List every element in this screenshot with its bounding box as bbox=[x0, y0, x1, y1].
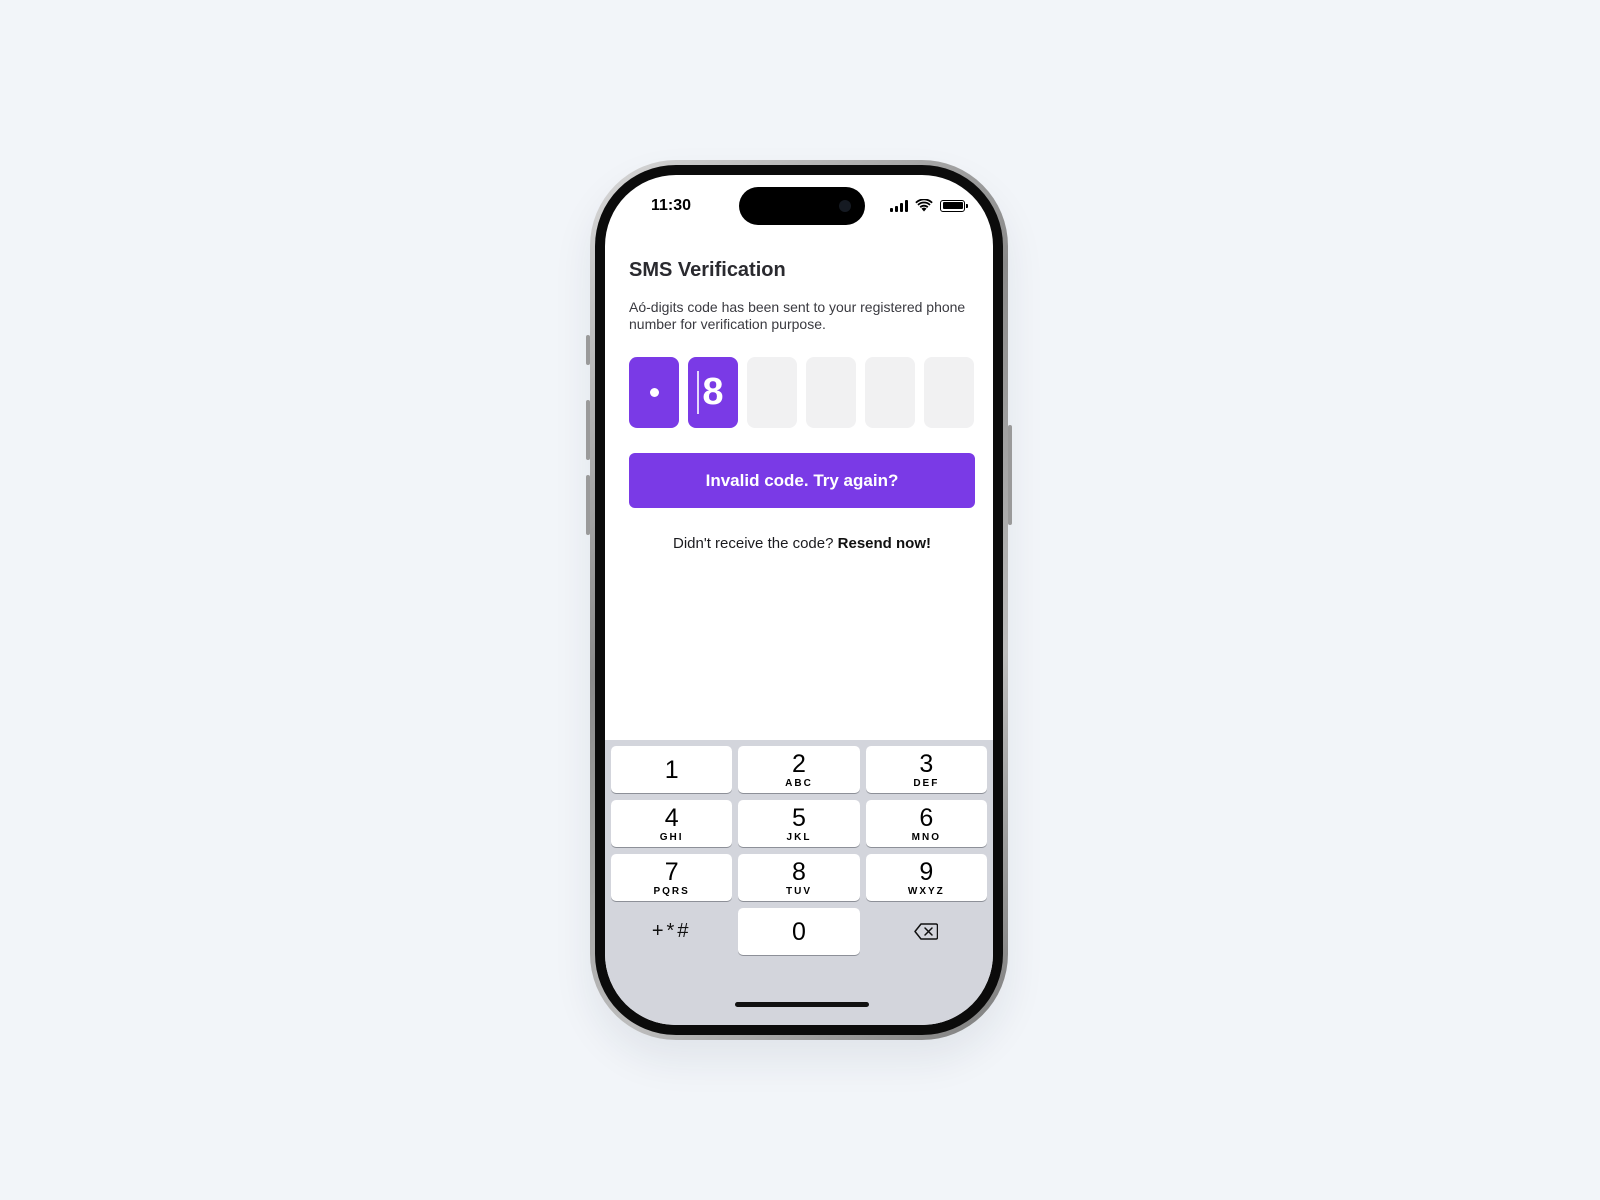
resend-link[interactable]: Resend now! bbox=[838, 535, 931, 552]
phone-frame: 11:30 SMS Verification Aó-digits code ha… bbox=[586, 160, 1012, 1040]
key-7[interactable]: 7 PQRS bbox=[611, 854, 733, 901]
otp-digit-2[interactable]: 8 bbox=[688, 357, 738, 428]
battery-icon bbox=[940, 199, 968, 212]
retry-button[interactable]: Invalid code. Try again? bbox=[629, 453, 975, 508]
numeric-keypad: 1 2 ABC 3 DEF 4 GHI 5 JKL 6 MNO 7 PQRS 8 TUV 9W… bbox=[605, 740, 993, 1025]
phone-screen: 11:30 SMS Verification Aó-digits code ha… bbox=[605, 175, 993, 1025]
key-8[interactable]: 8 TUV bbox=[738, 854, 860, 901]
key-letters: ABC bbox=[785, 777, 813, 789]
resend-prefix: Didn't receive the code? bbox=[673, 535, 834, 552]
key-number: 9 bbox=[919, 857, 934, 886]
volume-down-button bbox=[586, 475, 590, 535]
status-icons bbox=[890, 199, 968, 212]
action-button bbox=[586, 335, 590, 365]
key-number: 0 bbox=[792, 917, 806, 946]
key-5[interactable]: 5 JKL bbox=[738, 800, 860, 847]
page-title: SMS Verification bbox=[629, 259, 786, 281]
otp-digit-3[interactable] bbox=[747, 357, 797, 428]
volume-up-button bbox=[586, 400, 590, 460]
key-6[interactable]: 6 MNO bbox=[865, 800, 987, 847]
key-number: 2 bbox=[792, 749, 806, 778]
resend-row: Didn't receive the code? Resend now! bbox=[629, 535, 975, 552]
status-time: 11:30 bbox=[651, 197, 692, 214]
verification-content: SMS Verification Aó-digits code has been… bbox=[629, 259, 975, 552]
key-number: 4 bbox=[664, 803, 679, 832]
key-letters: DEF bbox=[913, 777, 940, 789]
key-letters: JKL bbox=[786, 831, 812, 843]
key-number: 1 bbox=[664, 755, 679, 784]
power-button bbox=[1008, 425, 1012, 525]
wifi-icon bbox=[915, 199, 933, 212]
text-caret bbox=[697, 371, 699, 414]
key-letters: MNO bbox=[911, 831, 941, 843]
cellular-signal-icon bbox=[890, 199, 908, 212]
home-indicator[interactable] bbox=[735, 1002, 869, 1007]
key-number: 3 bbox=[919, 749, 934, 778]
key-number: 7 bbox=[664, 857, 679, 886]
dynamic-island bbox=[739, 187, 865, 225]
key-9[interactable]: 9 WXYZ bbox=[865, 854, 987, 901]
key-2[interactable]: 2 ABC bbox=[738, 746, 860, 793]
key-0[interactable]: 0 bbox=[738, 908, 860, 955]
key-4[interactable]: 4 GHI bbox=[611, 800, 733, 847]
key-1[interactable]: 1 bbox=[611, 746, 733, 793]
otp-digit-5[interactable] bbox=[865, 357, 915, 428]
delete-key[interactable] bbox=[866, 908, 987, 955]
otp-digit-4[interactable] bbox=[806, 357, 856, 428]
otp-input-group: 8 bbox=[629, 357, 975, 428]
symbols-key[interactable]: +*# bbox=[611, 908, 732, 955]
key-number: 8 bbox=[792, 857, 806, 886]
key-letters: PQRS bbox=[653, 885, 690, 897]
phone-bezel: 11:30 SMS Verification Aó-digits code ha… bbox=[595, 165, 1003, 1035]
symbols-label: +*# bbox=[651, 920, 692, 942]
otp-digit-1[interactable] bbox=[629, 357, 679, 428]
key-number: 5 bbox=[792, 803, 806, 832]
camera-icon bbox=[839, 200, 851, 212]
page-description: Aó-digits code has been sent to your reg… bbox=[629, 299, 966, 332]
otp-digit-2-value: 8 bbox=[702, 371, 724, 413]
masked-digit-dot bbox=[649, 388, 659, 397]
otp-digit-6[interactable] bbox=[924, 357, 974, 428]
key-letters: WXYZ bbox=[907, 885, 945, 897]
key-3[interactable]: 3 DEF bbox=[865, 746, 987, 793]
key-letters: TUV bbox=[785, 885, 812, 897]
backspace-icon bbox=[914, 923, 939, 940]
key-letters: GHI bbox=[659, 831, 684, 843]
key-number: 6 bbox=[919, 803, 934, 832]
